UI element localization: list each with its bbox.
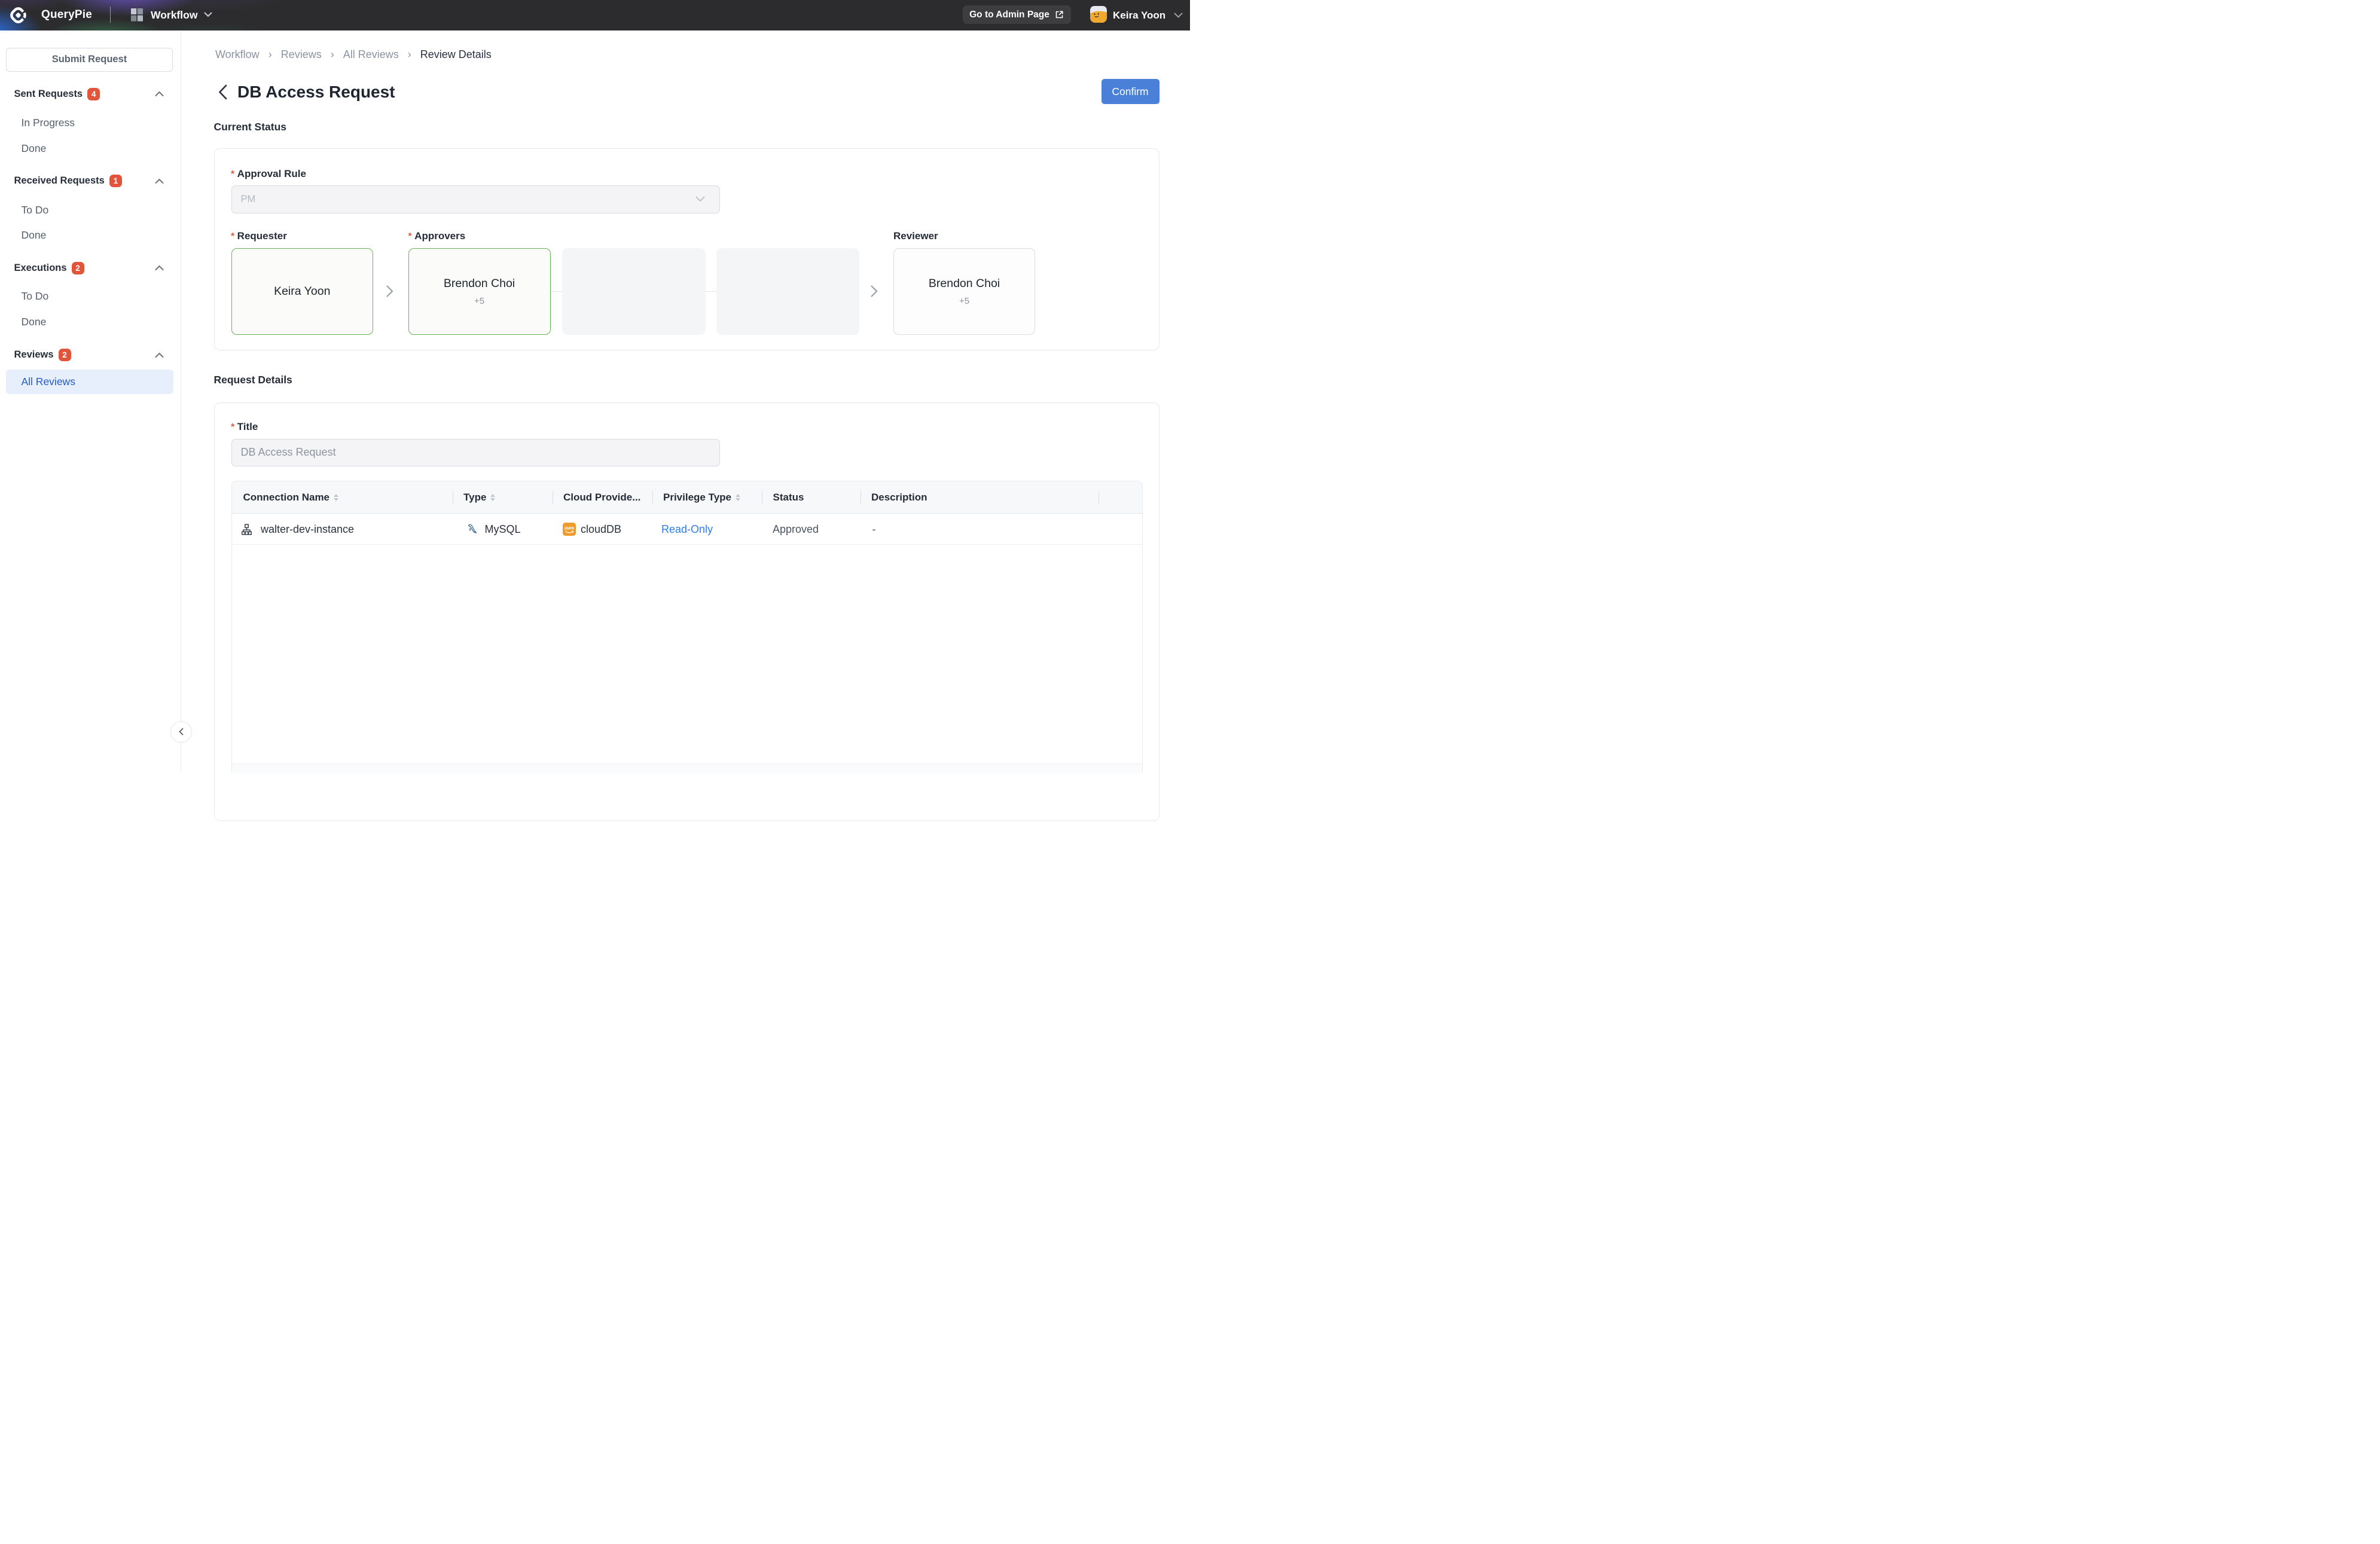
svg-text:aws: aws xyxy=(565,525,574,531)
